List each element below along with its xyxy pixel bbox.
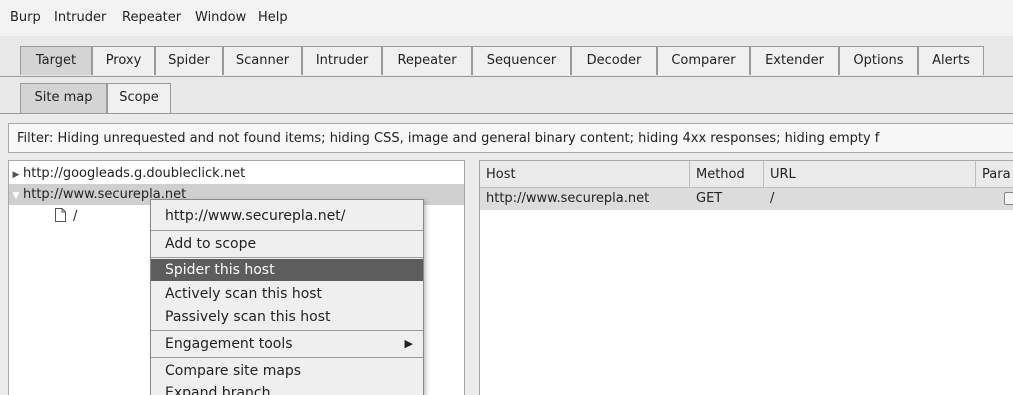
tab-comparer[interactable]: Comparer: [657, 46, 750, 75]
menu-burp[interactable]: Burp: [10, 0, 41, 36]
column-header-url[interactable]: URL: [764, 161, 976, 188]
menu-intruder[interactable]: Intruder: [54, 0, 106, 36]
menu-separator: [151, 330, 423, 331]
tab-repeater[interactable]: Repeater: [382, 46, 472, 75]
expand-arrow-icon[interactable]: ▶: [9, 165, 23, 186]
tab-target[interactable]: Target: [20, 46, 92, 75]
cell-method: GET: [696, 191, 723, 206]
menu-item-expand-branch[interactable]: Expand branch: [151, 382, 423, 395]
target-subtab-bar: Site map Scope: [0, 77, 1013, 114]
cell-url: /: [770, 191, 775, 206]
menu-item-spider-this-host[interactable]: Spider this host: [151, 259, 423, 281]
menu-window[interactable]: Window: [195, 0, 246, 36]
menu-separator: [151, 230, 423, 231]
column-header-host[interactable]: Host: [480, 161, 690, 188]
tab-alerts[interactable]: Alerts: [918, 46, 984, 75]
tab-decoder[interactable]: Decoder: [571, 46, 657, 75]
column-header-params[interactable]: Para: [976, 161, 1013, 188]
menu-item-engagement-tools[interactable]: Engagement tools ▶: [151, 333, 423, 355]
collapse-arrow-icon[interactable]: ▼: [9, 186, 23, 207]
tab-sequencer[interactable]: Sequencer: [472, 46, 571, 75]
split-pane-divider[interactable]: [466, 160, 478, 395]
file-icon: [55, 208, 66, 222]
tab-extender[interactable]: Extender: [750, 46, 839, 75]
params-checkbox[interactable]: [1004, 192, 1013, 205]
site-map-table: Host Method URL Para http://www.securepl…: [479, 160, 1013, 395]
main-tab-bar: Target Proxy Spider Scanner Intruder Rep…: [0, 36, 1013, 77]
context-menu: http://www.securepla.net/ Add to scope S…: [150, 199, 424, 395]
tab-site-map[interactable]: Site map: [20, 83, 107, 113]
menu-bar: Burp Intruder Repeater Window Help: [0, 0, 1013, 37]
menu-item-actively-scan[interactable]: Actively scan this host: [151, 283, 423, 305]
tree-node-googleads[interactable]: ▶ http://googleads.g.doubleclick.net: [9, 163, 464, 184]
tab-options[interactable]: Options: [839, 46, 918, 75]
menu-separator: [151, 357, 423, 358]
menu-help[interactable]: Help: [258, 0, 288, 36]
menu-item-add-to-scope[interactable]: Add to scope: [151, 233, 423, 255]
tree-node-label: http://googleads.g.doubleclick.net: [23, 166, 246, 181]
menu-repeater[interactable]: Repeater: [122, 0, 181, 36]
menu-item-compare-site-maps[interactable]: Compare site maps: [151, 360, 423, 382]
cell-host: http://www.securepla.net: [486, 191, 650, 206]
context-menu-header: http://www.securepla.net/: [165, 208, 346, 224]
menu-separator: [151, 257, 423, 258]
filter-bar[interactable]: Filter: Hiding unrequested and not found…: [8, 123, 1013, 153]
tree-node-label: /: [73, 209, 78, 224]
tab-proxy[interactable]: Proxy: [92, 46, 155, 75]
submenu-arrow-icon: ▶: [404, 337, 413, 350]
tab-scope[interactable]: Scope: [107, 83, 171, 113]
tab-spider[interactable]: Spider: [155, 46, 223, 75]
column-header-method[interactable]: Method: [690, 161, 764, 188]
menu-item-label: Engagement tools: [165, 336, 293, 352]
tab-intruder[interactable]: Intruder: [302, 46, 382, 75]
menu-item-passively-scan[interactable]: Passively scan this host: [151, 306, 423, 328]
tab-scanner[interactable]: Scanner: [223, 46, 302, 75]
table-row[interactable]: http://www.securepla.net GET /: [480, 188, 1013, 210]
